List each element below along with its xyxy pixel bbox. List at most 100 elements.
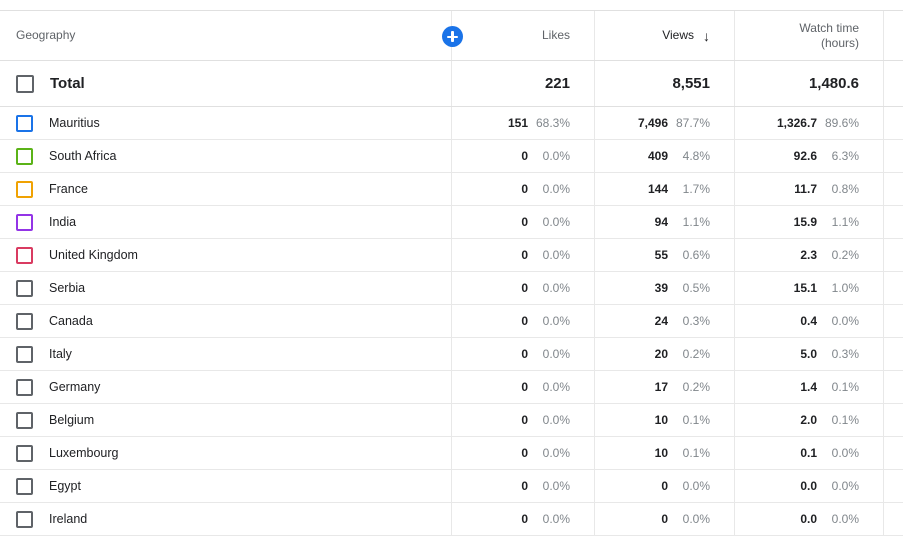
total-spacer-cell bbox=[884, 61, 903, 106]
row-likes-value: 0 bbox=[521, 314, 528, 328]
table-row[interactable]: France 0 0.0% 144 1.7% 11.7 0.8% bbox=[0, 173, 903, 206]
table-row[interactable]: Canada 0 0.0% 24 0.3% 0.4 0.0% bbox=[0, 305, 903, 338]
checkbox-luxembourg[interactable] bbox=[16, 444, 33, 462]
row-watch-time-value: 1.4 bbox=[800, 380, 817, 394]
row-geography-label: Germany bbox=[49, 380, 101, 394]
checkbox-egypt[interactable] bbox=[16, 477, 33, 495]
row-watch-time-value: 15.9 bbox=[793, 215, 817, 229]
column-header-geography[interactable]: Geography bbox=[0, 11, 452, 60]
row-views-cell: 0 0.0% bbox=[595, 503, 735, 535]
table-row[interactable]: Mauritius 151 68.3% 7,496 87.7% 1,326.7 89.6% bbox=[0, 107, 903, 140]
row-views-percent: 0.0% bbox=[682, 512, 710, 526]
row-geography-cell: Italy bbox=[0, 338, 452, 370]
checkbox-serbia[interactable] bbox=[16, 279, 33, 297]
row-likes-percent: 0.0% bbox=[542, 248, 570, 262]
row-spacer-cell bbox=[884, 239, 903, 271]
row-watch-time-cell: 0.1 0.0% bbox=[735, 437, 884, 469]
row-geography-label: Canada bbox=[49, 314, 93, 328]
checkbox-united-kingdom[interactable] bbox=[16, 246, 33, 264]
column-header-watch-time-label: Watch time (hours) bbox=[799, 20, 859, 50]
table-row[interactable]: Italy 0 0.0% 20 0.2% 5.0 0.3% bbox=[0, 338, 903, 371]
checkbox-mauritius[interactable] bbox=[16, 114, 33, 132]
row-spacer-cell bbox=[884, 338, 903, 370]
row-views-percent: 0.3% bbox=[682, 314, 710, 328]
table-row[interactable]: Egypt 0 0.0% 0 0.0% 0.0 0.0% bbox=[0, 470, 903, 503]
row-likes-percent: 0.0% bbox=[542, 281, 570, 295]
row-watch-time-value: 0.0 bbox=[800, 479, 817, 493]
row-watch-time-value: 92.6 bbox=[793, 149, 817, 163]
row-spacer-cell bbox=[884, 206, 903, 238]
total-label: Total bbox=[50, 75, 85, 92]
column-header-likes[interactable]: Likes bbox=[452, 11, 595, 60]
row-geography-cell: France bbox=[0, 173, 452, 205]
checkbox-france[interactable] bbox=[16, 180, 33, 198]
table-row[interactable]: India 0 0.0% 94 1.1% 15.9 1.1% bbox=[0, 206, 903, 239]
row-views-cell: 0 0.0% bbox=[595, 470, 735, 502]
row-likes-cell: 0 0.0% bbox=[452, 338, 595, 370]
row-views-percent: 0.1% bbox=[682, 446, 710, 460]
row-views-percent: 0.0% bbox=[682, 479, 710, 493]
row-views-percent: 0.6% bbox=[682, 248, 710, 262]
checkbox-belgium[interactable] bbox=[16, 411, 33, 429]
row-spacer-cell bbox=[884, 107, 903, 139]
row-likes-cell: 0 0.0% bbox=[452, 470, 595, 502]
column-header-views-label: Views bbox=[662, 28, 694, 42]
row-likes-value: 0 bbox=[521, 479, 528, 493]
row-spacer-cell bbox=[884, 470, 903, 502]
checkbox-canada[interactable] bbox=[16, 312, 33, 330]
row-views-value: 55 bbox=[654, 248, 668, 262]
row-watch-time-percent: 1.0% bbox=[831, 281, 859, 295]
table-row[interactable]: Serbia 0 0.0% 39 0.5% 15.1 1.0% bbox=[0, 272, 903, 305]
row-likes-percent: 0.0% bbox=[542, 182, 570, 196]
row-views-percent: 0.2% bbox=[682, 347, 710, 361]
row-spacer-cell bbox=[884, 305, 903, 337]
table-row[interactable]: Germany 0 0.0% 17 0.2% 1.4 0.1% bbox=[0, 371, 903, 404]
add-metric-button[interactable] bbox=[442, 26, 463, 47]
checkbox-india[interactable] bbox=[16, 213, 33, 231]
row-geography-label: France bbox=[49, 182, 88, 196]
row-views-percent: 0.2% bbox=[682, 380, 710, 394]
checkbox-italy[interactable] bbox=[16, 345, 33, 363]
table-row[interactable]: Luxembourg 0 0.0% 10 0.1% 0.1 0.0% bbox=[0, 437, 903, 470]
table-row[interactable]: South Africa 0 0.0% 409 4.8% 92.6 6.3% bbox=[0, 140, 903, 173]
row-spacer-cell bbox=[884, 272, 903, 304]
row-views-percent: 0.1% bbox=[682, 413, 710, 427]
row-spacer-cell bbox=[884, 503, 903, 535]
checkbox-south-africa[interactable] bbox=[16, 147, 33, 165]
row-watch-time-cell: 2.3 0.2% bbox=[735, 239, 884, 271]
checkbox-ireland[interactable] bbox=[16, 510, 33, 528]
total-views-value: 8,551 bbox=[672, 75, 710, 92]
row-views-value: 20 bbox=[654, 347, 668, 361]
row-likes-percent: 0.0% bbox=[542, 446, 570, 460]
row-watch-time-percent: 0.0% bbox=[831, 479, 859, 493]
row-watch-time-percent: 0.8% bbox=[831, 182, 859, 196]
table-row[interactable]: Ireland 0 0.0% 0 0.0% 0.0 0.0% bbox=[0, 503, 903, 536]
row-likes-value: 0 bbox=[521, 182, 528, 196]
row-geography-label: Ireland bbox=[49, 512, 88, 526]
row-views-percent: 1.7% bbox=[682, 182, 710, 196]
row-likes-value: 0 bbox=[521, 347, 528, 361]
table-row[interactable]: Belgium 0 0.0% 10 0.1% 2.0 0.1% bbox=[0, 404, 903, 437]
checkbox-total[interactable] bbox=[16, 74, 34, 93]
column-header-views[interactable]: Views ↓ bbox=[595, 11, 735, 60]
checkbox-germany[interactable] bbox=[16, 378, 33, 396]
row-views-value: 0 bbox=[661, 479, 668, 493]
row-likes-cell: 0 0.0% bbox=[452, 140, 595, 172]
row-views-value: 144 bbox=[647, 182, 668, 196]
row-spacer-cell bbox=[884, 404, 903, 436]
row-watch-time-cell: 0.0 0.0% bbox=[735, 503, 884, 535]
row-watch-time-percent: 0.0% bbox=[831, 314, 859, 328]
row-watch-time-value: 0.4 bbox=[800, 314, 817, 328]
column-header-watch-time[interactable]: Watch time (hours) bbox=[735, 11, 884, 60]
row-likes-percent: 0.0% bbox=[542, 512, 570, 526]
row-views-value: 39 bbox=[654, 281, 668, 295]
row-watch-time-value: 1,326.7 bbox=[776, 116, 817, 130]
row-likes-percent: 0.0% bbox=[542, 149, 570, 163]
table-row[interactable]: United Kingdom 0 0.0% 55 0.6% 2.3 0.2% bbox=[0, 239, 903, 272]
row-views-value: 94 bbox=[654, 215, 668, 229]
row-likes-cell: 151 68.3% bbox=[452, 107, 595, 139]
row-geography-label: India bbox=[49, 215, 77, 229]
row-views-percent: 1.1% bbox=[682, 215, 710, 229]
row-likes-cell: 0 0.0% bbox=[452, 503, 595, 535]
row-watch-time-percent: 0.2% bbox=[831, 248, 859, 262]
